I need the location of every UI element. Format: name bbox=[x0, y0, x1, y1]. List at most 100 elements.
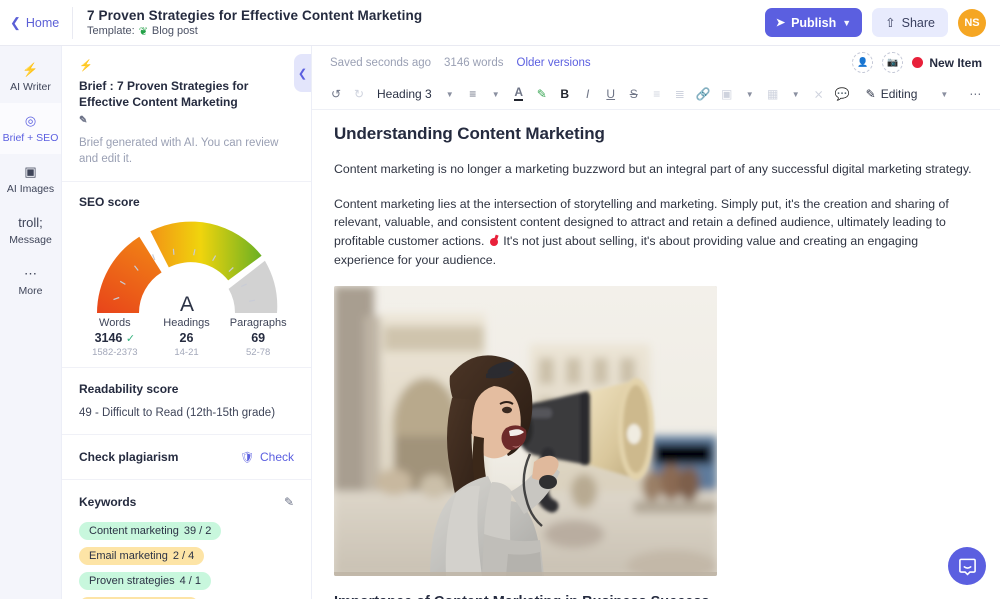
text-color-icon[interactable]: A bbox=[509, 83, 529, 105]
document-image[interactable] bbox=[334, 286, 717, 577]
keywords-header: Keywords ✎ bbox=[62, 480, 311, 522]
bolt-icon: ⚡ bbox=[22, 61, 39, 77]
document-canvas[interactable]: Understanding Content Marketing Content … bbox=[312, 110, 1000, 599]
chevron-down-icon[interactable]: ▼ bbox=[934, 83, 954, 105]
stat-number: 3146 bbox=[94, 331, 123, 346]
link-icon[interactable]: 🔗 bbox=[693, 83, 714, 105]
sidebar-item-label: AI Writer bbox=[10, 80, 51, 93]
main-body: ⚡ AI Writer ◎ Brief + SEO ▣ AI Images tr… bbox=[0, 46, 1000, 599]
editor-toolbar: ↺ ↻ Heading 3 ▼ ≡ ▼ A ✎ B I U S ≡ ≣ 🔗 ▣ … bbox=[312, 79, 1000, 110]
seo-gauge: A bbox=[79, 209, 294, 323]
document-subheading: Importance of Content Marketing in Busin… bbox=[334, 594, 972, 599]
home-back-link[interactable]: ❮ Home bbox=[10, 16, 72, 30]
brief-title: Brief : 7 Proven Strategies for Effectiv… bbox=[79, 78, 249, 110]
numbered-list-icon[interactable]: ≣ bbox=[670, 83, 690, 105]
seo-grade: A bbox=[179, 293, 193, 316]
sidebar-item-label: Brief + SEO bbox=[2, 131, 59, 144]
readability-value: 49 - Difficult to Read (12th-15th grade) bbox=[79, 407, 276, 420]
chevron-left-icon: ❮ bbox=[10, 15, 21, 30]
chevron-left-icon: ❮ bbox=[297, 67, 308, 80]
stat-paragraphs: Paragraphs 69 52-78 bbox=[222, 317, 294, 358]
plagiarism-section: Check plagiarism 🛡 Check bbox=[62, 435, 311, 481]
ellipsis-icon: ⋯ bbox=[24, 265, 37, 281]
strikethrough-icon[interactable]: S bbox=[624, 83, 644, 105]
stat-label: Words bbox=[99, 317, 131, 330]
highlighter-icon[interactable]: ✎ bbox=[532, 83, 552, 105]
new-item-label: New Item bbox=[929, 55, 982, 70]
stat-range: 14-21 bbox=[174, 347, 199, 359]
template-label: Template: bbox=[87, 25, 135, 37]
collapse-sidebar-button[interactable]: ❮ bbox=[294, 54, 311, 92]
brief-description: Brief generated with AI. You can review … bbox=[79, 136, 279, 166]
editor-pane: Saved seconds ago 3146 words Older versi… bbox=[312, 46, 1000, 599]
ellipsis-icon[interactable]: ⋯ bbox=[965, 83, 985, 105]
keyword-list: Content marketing 39 / 2 Email marketing 2… bbox=[62, 522, 311, 599]
page-title: 7 Proven Strategies for Effective Conten… bbox=[87, 7, 423, 23]
edit-icon[interactable]: ✎ bbox=[79, 114, 87, 128]
document-heading: Understanding Content Marketing bbox=[334, 124, 605, 143]
sidebar-item-ai-images[interactable]: ▣ AI Images bbox=[0, 154, 61, 205]
pencil-icon[interactable]: ✎ bbox=[284, 495, 294, 509]
share-label: Share bbox=[901, 15, 935, 30]
table-icon[interactable]: ▦ bbox=[763, 83, 783, 105]
image-icon[interactable]: ▣ bbox=[717, 83, 737, 105]
target-icon: ◎ bbox=[24, 112, 37, 128]
chevron-down-icon[interactable]: ▼ bbox=[740, 83, 760, 105]
new-item-button[interactable]: New Item bbox=[912, 56, 982, 70]
comment-icon[interactable]: 💬 bbox=[832, 83, 853, 105]
sidebar-item-brief-seo[interactable]: ◎ Brief + SEO bbox=[0, 103, 61, 154]
stat-label: Paragraphs bbox=[229, 317, 287, 330]
support-chat-button[interactable] bbox=[948, 547, 986, 585]
template-info: Template: ❦ Blog post bbox=[87, 25, 422, 38]
sidebar-item-more[interactable]: ⋯ More bbox=[0, 256, 61, 307]
stat-range: 1582-2373 bbox=[92, 347, 138, 359]
home-label: Home bbox=[25, 15, 60, 30]
chat-icon: troll; bbox=[18, 214, 43, 230]
chevron-down-icon[interactable]: ▼ bbox=[440, 83, 460, 105]
app-root: ❮ Home 7 Proven Strategies for Effective… bbox=[0, 0, 1000, 599]
document-title-block: 7 Proven Strategies for Effective Conten… bbox=[87, 8, 422, 38]
chevron-down-icon: ▼ bbox=[842, 17, 852, 28]
seo-sidebar: ❮ ⚡ Brief : 7 Proven Strategies for Effe… bbox=[62, 46, 312, 599]
add-image-icon[interactable]: 📷 bbox=[882, 52, 904, 73]
keyword-term: Content marketing bbox=[89, 525, 179, 538]
pencil-icon: ✎ bbox=[865, 87, 876, 101]
bold-icon[interactable]: B bbox=[555, 83, 575, 105]
list-item[interactable]: Email marketing 2 / 4 bbox=[79, 547, 205, 566]
stat-value: 69 bbox=[251, 331, 266, 346]
undo-icon[interactable]: ↺ bbox=[326, 83, 346, 105]
publish-button[interactable]: ➤ Publish ▼ bbox=[764, 8, 863, 37]
avatar[interactable]: NS bbox=[958, 8, 986, 37]
readability-section: Readability score 49 - Difficult to Read… bbox=[62, 368, 311, 436]
chat-bubble-icon bbox=[958, 558, 976, 576]
sidebar-item-label: More bbox=[18, 284, 43, 297]
keyword-count: 39 / 2 bbox=[183, 525, 212, 538]
send-icon: ➤ bbox=[775, 17, 786, 29]
sidebar-item-message[interactable]: troll; Message bbox=[0, 205, 61, 256]
saved-status: Saved seconds ago bbox=[330, 56, 432, 69]
bullet-list-icon[interactable]: ≡ bbox=[647, 83, 667, 105]
chevron-down-icon[interactable]: ▼ bbox=[486, 83, 506, 105]
list-item[interactable]: Proven strategies 4 / 1 bbox=[79, 572, 212, 591]
block-style-select[interactable]: Heading 3 bbox=[372, 83, 437, 105]
share-button[interactable]: ⇧ Share bbox=[872, 8, 948, 37]
check-plagiarism-button[interactable]: 🛡 Check bbox=[240, 450, 294, 464]
list-item[interactable]: Content marketing 39 / 2 bbox=[79, 522, 222, 541]
keyword-count: 2 / 4 bbox=[172, 550, 195, 563]
leaf-icon: ❦ bbox=[138, 25, 148, 38]
underline-icon[interactable]: U bbox=[601, 83, 621, 105]
stat-value: 3146 ✓ bbox=[79, 331, 151, 345]
add-user-icon[interactable]: 👤 bbox=[852, 52, 874, 73]
align-icon[interactable]: ≡ bbox=[463, 83, 483, 105]
sidebar-item-label: Message bbox=[9, 233, 52, 246]
clear-format-icon[interactable]: ⨯ bbox=[809, 83, 829, 105]
redo-icon[interactable]: ↻ bbox=[349, 83, 369, 105]
italic-icon[interactable]: I bbox=[578, 83, 598, 105]
gauge-chart: A bbox=[96, 221, 277, 316]
sidebar-item-ai-writer[interactable]: ⚡ AI Writer bbox=[0, 52, 61, 103]
chevron-down-icon[interactable]: ▼ bbox=[786, 83, 806, 105]
header-divider bbox=[72, 6, 73, 39]
editor-status-bar: Saved seconds ago 3146 words Older versi… bbox=[312, 46, 1000, 79]
older-versions-link[interactable]: Older versions bbox=[517, 57, 591, 69]
editing-mode-button[interactable]: ✎ Editing bbox=[862, 87, 922, 101]
